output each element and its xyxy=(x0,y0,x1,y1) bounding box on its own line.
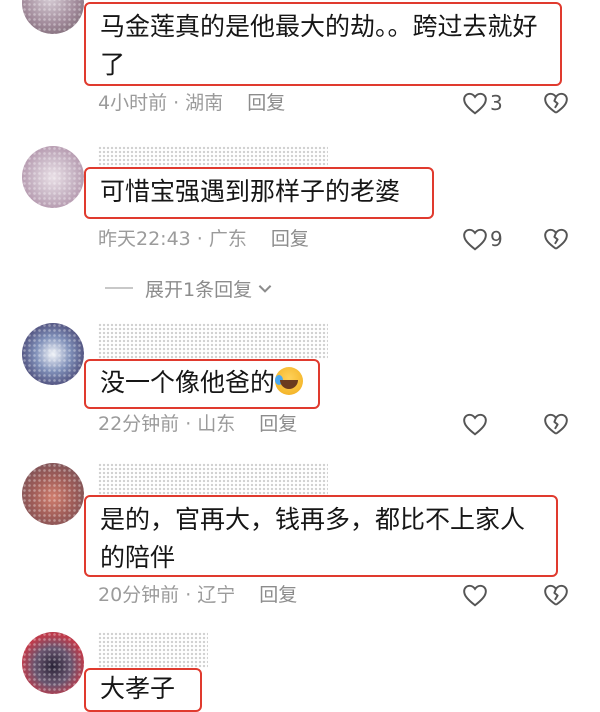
broken-heart-icon xyxy=(544,228,568,250)
like-button[interactable] xyxy=(462,580,490,610)
heart-icon xyxy=(463,584,487,607)
comment-location: 山东 xyxy=(197,413,236,435)
chevron-down-icon xyxy=(258,285,272,293)
like-count: 3 xyxy=(490,91,503,115)
like-button[interactable]: 9 xyxy=(462,224,503,254)
comment-text: 大孝子 xyxy=(100,674,176,703)
username-blurred xyxy=(98,632,208,668)
expand-replies-label: 展开1条回复 xyxy=(145,278,253,301)
like-button[interactable]: 3 xyxy=(462,88,503,118)
meta-separator: · xyxy=(173,92,180,114)
comment-text: 马金莲真的是他最大的劫。。跨过去就好了 xyxy=(100,12,538,79)
comment-text: 是的，官再大，钱再多，都比不上家人的陪伴 xyxy=(100,505,526,572)
comment-meta: 4小时前 · 湖南 回复 xyxy=(98,88,285,118)
reply-button[interactable]: 回复 xyxy=(259,413,297,435)
comment-text-highlight: 马金莲真的是他最大的劫。。跨过去就好了 xyxy=(84,2,562,86)
dislike-button[interactable] xyxy=(543,409,569,439)
expand-divider xyxy=(105,287,133,289)
comment-meta: 昨天22:43 · 广东 回复 xyxy=(98,224,309,254)
broken-heart-icon xyxy=(544,413,568,435)
meta-separator: · xyxy=(185,584,192,606)
heart-icon xyxy=(463,413,487,436)
meta-separator: · xyxy=(185,413,192,435)
expand-replies-button[interactable]: 展开1条回复 xyxy=(105,273,274,303)
comment-text-highlight: 没一个像他爸的 xyxy=(84,359,320,409)
comment-text: 没一个像他爸的 xyxy=(100,368,276,397)
reply-button[interactable]: 回复 xyxy=(247,92,285,114)
reply-button[interactable]: 回复 xyxy=(259,584,297,606)
reply-button[interactable]: 回复 xyxy=(271,228,309,250)
broken-heart-icon xyxy=(544,92,568,114)
like-count: 9 xyxy=(490,227,503,251)
avatar[interactable] xyxy=(22,632,84,694)
avatar[interactable] xyxy=(22,323,84,385)
comment-text-highlight: 可惜宝强遇到那样子的老婆 xyxy=(84,167,434,219)
comment-location: 辽宁 xyxy=(197,584,236,606)
avatar[interactable] xyxy=(22,0,84,34)
comment-meta: 22分钟前 · 山东 回复 xyxy=(98,409,297,439)
comment-time: 昨天22:43 xyxy=(98,228,191,250)
broken-heart-icon xyxy=(544,584,568,606)
dislike-button[interactable] xyxy=(543,88,569,118)
username-blurred xyxy=(98,323,328,359)
comment-meta: 20分钟前 · 辽宁 回复 xyxy=(98,580,297,610)
username-blurred xyxy=(98,463,328,499)
heart-icon xyxy=(463,228,487,251)
dislike-button[interactable] xyxy=(543,580,569,610)
comment-text: 可惜宝强遇到那样子的老婆 xyxy=(100,177,401,206)
like-button[interactable] xyxy=(462,409,490,439)
laughing-crying-emoji-icon xyxy=(275,367,304,395)
comment-location: 广东 xyxy=(208,228,247,250)
comment-time: 22分钟前 xyxy=(98,413,180,435)
heart-icon xyxy=(463,92,487,115)
avatar[interactable] xyxy=(22,463,84,525)
comment-time: 4小时前 xyxy=(98,92,168,114)
dislike-button[interactable] xyxy=(543,224,569,254)
comment-text-highlight: 是的，官再大，钱再多，都比不上家人的陪伴 xyxy=(84,495,558,577)
comment-text-highlight: 大孝子 xyxy=(84,668,202,712)
comment-time: 20分钟前 xyxy=(98,584,180,606)
meta-separator: · xyxy=(196,228,203,250)
avatar[interactable] xyxy=(22,146,84,208)
comment-location: 湖南 xyxy=(185,92,224,114)
